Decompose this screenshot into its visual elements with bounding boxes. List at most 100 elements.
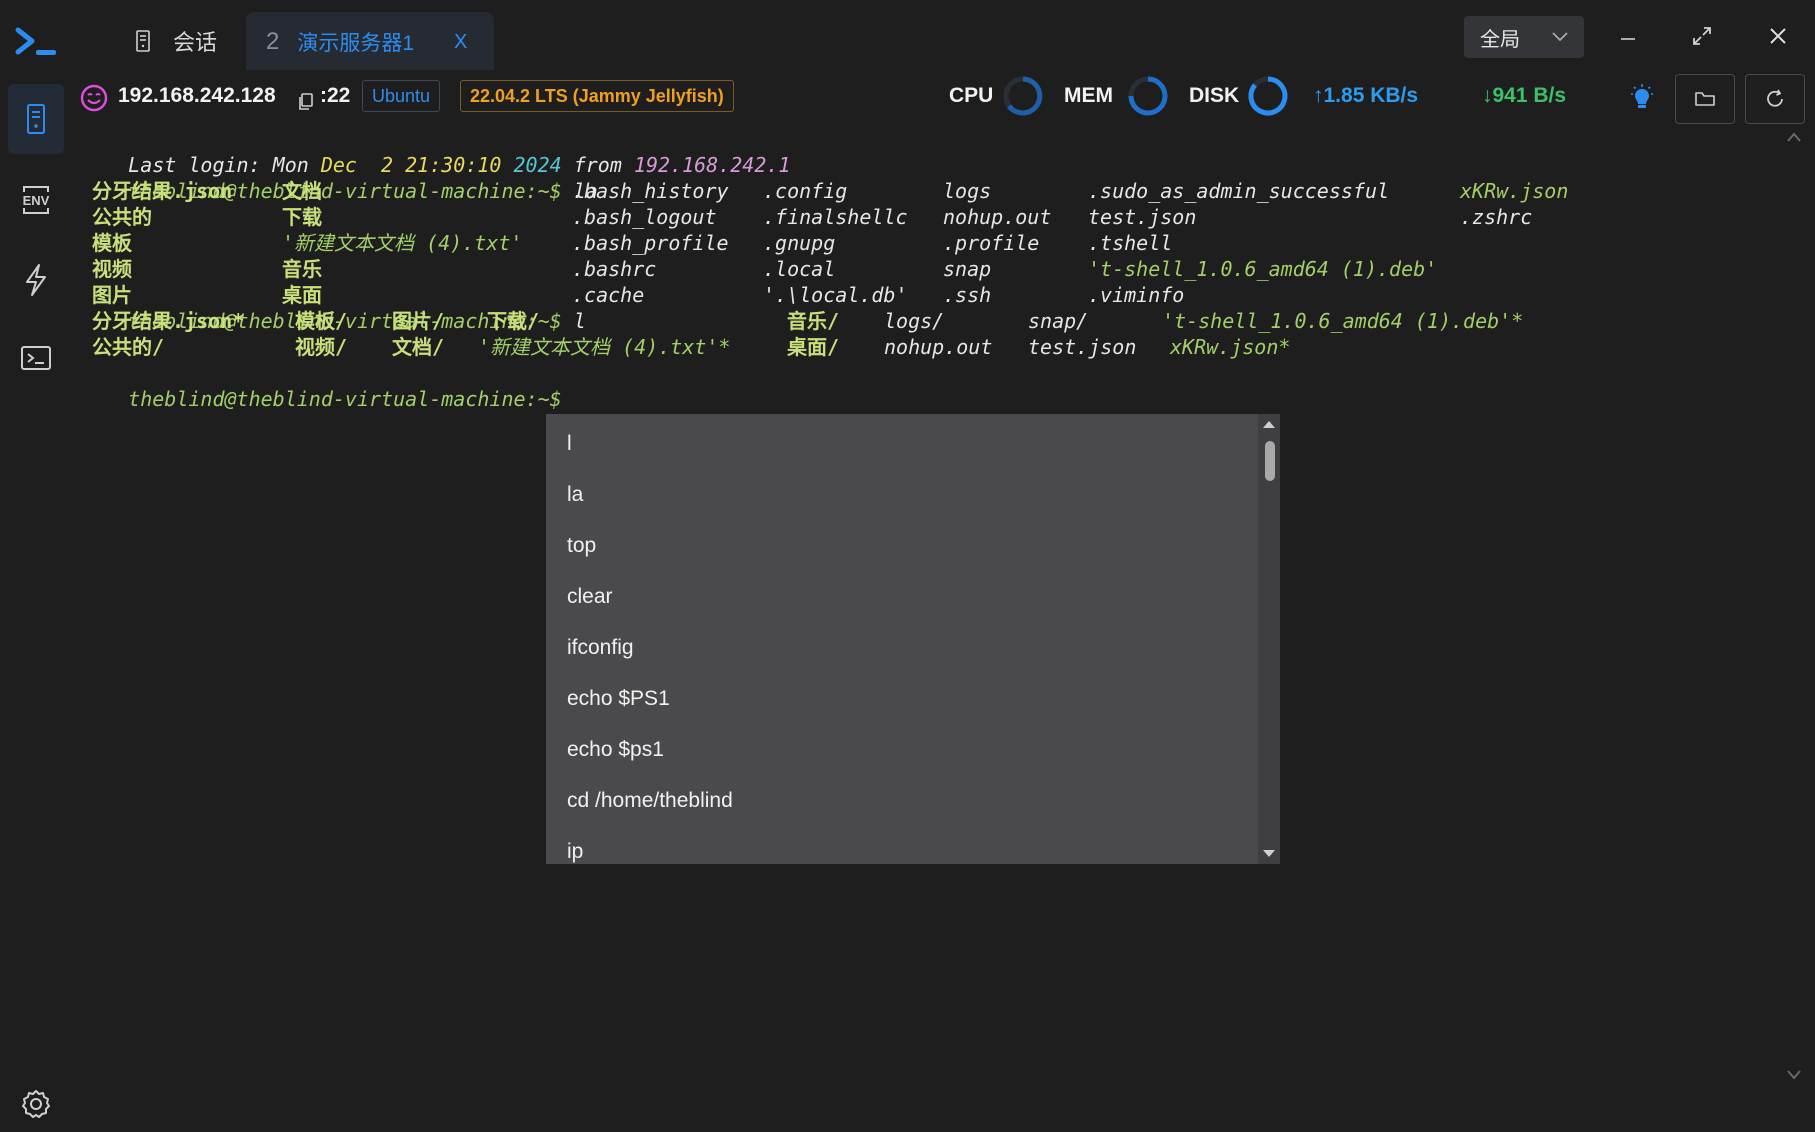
scroll-thumb[interactable] [1265,441,1275,481]
l-entry: nohup.out [884,335,993,359]
la-entry: '新建文本文档 (4).txt' [282,231,523,255]
la-entry: logs [943,179,992,203]
history-item[interactable]: echo $PS1 [546,673,1280,724]
la-entry: .ssh [943,283,992,307]
la-entry: .bashrc [572,257,657,281]
la-entry: 下载 [282,205,322,229]
history-item[interactable]: la [546,469,1280,520]
sidebar-item-terminal[interactable] [8,330,64,386]
scope-select[interactable]: 全局 [1464,16,1584,58]
terminal-scroll-down-icon[interactable] [1787,1070,1801,1080]
l-entry: 视频/ [295,335,348,359]
cpu-usage-ring [1003,76,1043,116]
scroll-up-icon[interactable] [1263,420,1275,428]
l-entry: '新建文本文档 (4).txt'* [478,335,731,359]
la-entry: 公共的 [92,205,152,229]
sidebar-item-quick-commands[interactable] [8,252,64,308]
close-icon [1770,28,1786,44]
server-icon [27,104,45,134]
prompt-line-la: theblind@theblind-virtual-machine:~$ la [80,152,598,203]
settings-icon [22,1090,50,1118]
l-entry: 分牙结果.json* [92,309,245,333]
command-history-dropdown[interactable]: l la top clear ifconfig echo $PS1 echo $ps1 cd … [546,414,1280,864]
la-entry: test.json [1088,205,1197,229]
terminal-output[interactable]: Last login: Mon Dec 2 21:30:10 2024 from… [80,126,1780,426]
disk-label: DISK [1189,84,1240,107]
file-manager-button[interactable] [1675,74,1735,124]
disk-usage-ring [1248,76,1288,116]
mem-label: MEM [1064,84,1113,107]
server-ip: 192.168.242.128 [118,84,276,107]
l-entry: 图片/ [392,309,445,333]
svg-text:ENV: ENV [23,193,50,208]
l-entry: logs/ [884,309,945,333]
prompt: theblind@theblind-virtual-machine:~$ [128,387,562,411]
terminal-logo-icon [15,27,56,55]
history-item[interactable]: ifconfig [546,622,1280,673]
history-item[interactable]: cd /home/theblind [546,775,1280,826]
os-name-badge: Ubuntu [362,80,441,112]
l-entry: 模板/ [295,309,348,333]
history-item[interactable]: l [546,418,1280,469]
sidebar-item-server[interactable] [8,84,64,154]
maximize-button[interactable] [1684,18,1720,54]
la-entry: .finalshellc [763,205,908,229]
sessions-button[interactable]: 会话 [135,24,217,58]
copy-icon[interactable] [298,86,314,118]
sessions-label: 会话 [173,30,218,55]
settings-button[interactable] [8,1076,64,1132]
expand-icon [1693,27,1711,45]
l-entry: snap/ [1028,309,1089,333]
sidebar-item-env[interactable]: ENV [8,172,64,228]
tab-server-1[interactable]: 2 演示服务器1 X [246,12,494,72]
prompt-line-l: theblind@theblind-virtual-machine:~$ l [80,282,586,333]
console-icon [21,346,51,370]
la-entry: 视频 [92,257,132,281]
history-item[interactable]: clear [546,571,1280,622]
la-entry: 't-shell_1.0.6_amd64 (1).deb' [1088,257,1438,281]
minimize-button[interactable] [1610,18,1646,54]
history-item[interactable]: echo $ps1 [546,724,1280,775]
left-sidebar: ENV [0,72,72,1118]
title-bar: 会话 2 演示服务器1 X 全局 [0,0,1815,72]
dropdown-scrollbar[interactable] [1258,414,1280,864]
upload-speed: ↑1.85 KB/s [1313,84,1419,107]
la-entry: .local [763,257,836,281]
terminal-scroll-up-icon[interactable] [1787,132,1801,142]
l-entry: 音乐/ [787,309,840,333]
last-login-line: Last login: Mon Dec 2 21:30:10 2024 from… [80,126,790,177]
la-entry: snap [943,257,992,281]
la-entry: nohup.out [943,205,1052,229]
l-entry: 下载/ [487,309,540,333]
history-item[interactable]: top [546,520,1280,571]
la-entry: .config [763,179,848,203]
la-entry: 音乐 [282,257,322,281]
smile-icon [80,84,108,112]
os-version-badge: 22.04.2 LTS (Jammy Jellyfish) [460,80,734,112]
tab-close-button[interactable]: X [454,31,467,54]
la-entry: .profile [943,231,1040,255]
lightbulb-icon[interactable] [1629,82,1655,114]
lightning-icon [26,264,46,296]
server-port: :22 [320,84,351,107]
l-entry: 公共的/ [92,335,165,359]
close-window-button[interactable] [1760,18,1796,54]
history-item[interactable]: ip [546,826,1280,864]
la-entry: .viminfo [1088,283,1185,307]
la-entry: .bash_profile [572,231,729,255]
la-entry: 分牙结果.json [92,179,233,203]
env-icon: ENV [23,186,50,214]
refresh-button[interactable] [1745,74,1805,124]
scroll-down-icon[interactable] [1263,850,1275,858]
tab-number: 2 [266,28,280,55]
chevron-down-icon [1552,32,1568,42]
scope-select-value: 全局 [1480,28,1520,51]
la-entry: 文档 [282,179,322,203]
last-login-ip: 192.168.242.1 [633,153,791,177]
l-entry: 桌面/ [787,335,840,359]
l-entry: 't-shell_1.0.6_amd64 (1).deb'* [1162,309,1524,333]
tab-label: 演示服务器1 [297,32,415,55]
refresh-icon [1767,89,1783,107]
minimize-icon [1621,38,1635,40]
server-info-bar: 192.168.242.128 :22 Ubuntu 22.04.2 LTS (… [72,70,1815,124]
